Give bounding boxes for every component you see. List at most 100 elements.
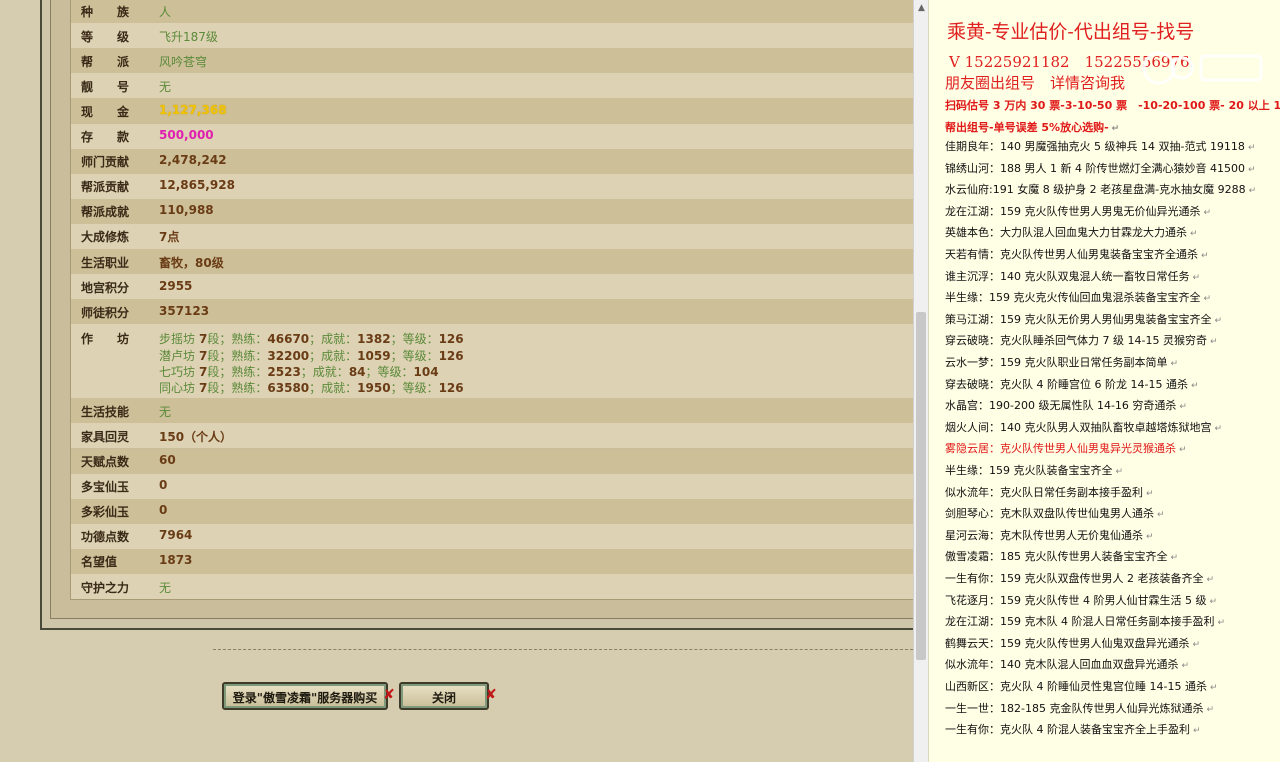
paragraph-mark-icon: ↵ <box>1190 380 1199 391</box>
scroll-thumb[interactable] <box>916 312 926 660</box>
listing-text: 一生一世：182-185 克金队传世男人仙异光炼狱通杀 <box>945 701 1204 715</box>
row-label: 大成修炼 <box>81 230 130 245</box>
row-label: 存 款 <box>81 130 130 145</box>
listing-line: 龙在江湖：159 克木队 4 阶混人日常任务副本接手盈利 ↵ <box>945 613 1225 629</box>
workshop-line: 七巧坊 7段；熟练：2523；成就：84；等级：104 <box>159 363 439 380</box>
paragraph-mark-icon: ↵ <box>1247 164 1256 175</box>
listing-line: 半生缘：159 克火克火传仙回血鬼混杀装备宝宝齐全 ↵ <box>945 289 1211 305</box>
table-row: 天赋点数 60 <box>71 448 913 474</box>
row-value: 人 <box>159 4 172 19</box>
row-label: 地宫积分 <box>81 280 130 295</box>
listing-text: 穿去破晓：克火队 4 阶睡宫位 6 阶龙 14-15 通杀 <box>945 377 1188 391</box>
row-label: 多宝仙玉 <box>81 480 130 495</box>
workshop-achievement: 84 <box>348 365 366 380</box>
listing-line: 云水一梦：159 克火队职业日常任务副本简单 ↵ <box>945 354 1178 370</box>
table-row: 现 金 1,127,368 <box>71 98 913 124</box>
doc-notice-pricing: 扫码估号 3 万内 30 票-3-10-50 票 -10-20-100 票- 2… <box>945 99 1280 112</box>
workshop-name: 同心坊 <box>159 381 196 396</box>
listing-text: 飞花逐月：159 克火队传世 4 阶男人仙甘霖生活 5 级 <box>945 593 1207 607</box>
listing-text: 傲雪凌霜：185 克火队传世男人装备宝宝齐全 <box>945 550 1168 564</box>
row-value: 畜牧，80级 <box>159 255 224 270</box>
game-window: 种 族人等 级飞升187级帮 派风吟苍穹靓 号无现 金 1,127,368 存 款5… <box>0 0 913 762</box>
listing-text: 似水流年：140 克木队混人回血血双盘异光通杀 <box>945 658 1179 672</box>
table-row: 大成修炼 7点 <box>71 223 913 249</box>
paragraph-mark-icon: ↵ <box>1201 251 1209 261</box>
listing-line: 穿去破晓：克火队 4 阶睡宫位 6 阶龙 14-15 通杀 ↵ <box>945 376 1199 392</box>
vertical-scrollbar[interactable]: ▲ <box>913 0 928 762</box>
workshop-skill: 32200 <box>267 348 310 363</box>
row-label: 名望值 <box>81 555 118 570</box>
workshop-skill: 46670 <box>267 332 310 347</box>
workshop-sep: 段；熟练： <box>207 381 268 396</box>
row-label: 生活技能 <box>81 404 130 419</box>
listing-text: 雾隐云居：克火队传世男人仙男鬼异光灵猴通杀 <box>945 442 1176 456</box>
listing-line: 似水流年：140 克木队混人回血血双盘异光通杀 ↵ <box>945 656 1189 672</box>
paragraph-mark-icon: ↵ <box>1179 445 1187 456</box>
row-label: 靓 号 <box>81 79 130 94</box>
row-label: 种 族 <box>81 4 130 19</box>
row-label: 师门贡献 <box>81 155 130 170</box>
workshop-sep: ；成就： <box>309 332 358 347</box>
row-value: 无 <box>159 580 172 595</box>
workshop-name: 步摇坊 <box>159 332 196 347</box>
paragraph-mark-icon: ↵ <box>1203 207 1212 218</box>
listing-text: 半生缘：159 克火队装备宝宝齐全 <box>945 464 1113 477</box>
workshop-sep: ；成就： <box>300 365 349 380</box>
listing-text: 一生有你：克火队 4 阶混人装备宝宝齐全上手盈利 <box>945 723 1190 737</box>
paragraph-mark-icon: ↵ <box>1146 488 1154 499</box>
workshop-sep: 段；熟练： <box>207 332 268 347</box>
row-value: 1873 <box>159 553 193 568</box>
listing-text: 云水一梦：159 克火队职业日常任务副本简单 <box>945 356 1168 369</box>
listing-line: 策马江湖：159 克火队无价男人男仙男鬼装备宝宝齐全 ↵ <box>945 311 1222 327</box>
listing-text: 策马江湖：159 克火队无价男人男仙男鬼装备宝宝齐全 <box>945 312 1212 326</box>
table-row: 功德点数 7964 <box>71 523 913 549</box>
row-value: 12,865,928 <box>159 178 235 193</box>
workshop-sep: ；等级： <box>365 365 414 380</box>
close-button[interactable]: 关闭 <box>399 682 489 710</box>
listing-line: 星河云海：克木队传世男人无价鬼仙通杀 ↵ <box>945 527 1154 543</box>
table-row: 生活技能 无 <box>71 398 913 424</box>
listing-line: 雾隐云居：克火队传世男人仙男鬼异光灵猴通杀 ↵ <box>945 440 1187 456</box>
scroll-up-arrow-icon[interactable]: ▲ <box>914 0 929 16</box>
row-label: 生活职业 <box>81 255 130 270</box>
listing-line: 谁主沉浮：140 克火队双鬼混人统一畜牧日常任务 ↵ <box>945 268 1200 284</box>
workshop-achievement: 1382 <box>357 332 391 347</box>
watermark-logo-icon <box>1142 51 1263 85</box>
listing-text: 似水流年：克火队日常任务副本接手盈利 <box>945 485 1143 499</box>
listing-text: 水晶宫：190-200 级无属性队 14-16 穷奇通杀 <box>945 399 1177 413</box>
table-row: 多宝仙玉 0 <box>71 473 913 499</box>
listing-line: 鹤舞云天：159 克火队传世男人仙鬼双盘异光通杀 ↵ <box>945 635 1200 651</box>
listing-line: 一生有你：克火队 4 阶混人装备宝宝齐全上手盈利 ↵ <box>945 721 1201 737</box>
listing-text: 水云仙府:191 女魔 8 级护身 2 老孩星盘满-克水抽女魔 9288 <box>945 183 1246 197</box>
doc-notice-combo: 帮出组号-单号误差 5%放心选购- ↵ <box>945 121 1120 134</box>
workshop-grade: 126 <box>438 348 464 363</box>
paragraph-mark-icon: ↵ <box>1248 186 1257 197</box>
paragraph-mark-icon: ↵ <box>1217 618 1226 629</box>
listing-text: 山西新区：克火队 4 阶睡仙灵性鬼宫位睡 14-15 通杀 <box>945 680 1207 693</box>
listing-text: 龙在江湖：159 克木队 4 阶混人日常任务副本接手盈利 <box>945 615 1215 629</box>
listing-text: 天若有情：克火队传世男人仙男鬼装备宝宝齐全通杀 <box>945 248 1198 261</box>
row-value: 500,000 <box>159 128 214 143</box>
row-label: 帮派成就 <box>81 205 130 220</box>
listing-line: 穿云破晓：克火队睡杀回气体力 7 级 14-15 灵猴穷奇 ↵ <box>945 332 1218 348</box>
row-value: 2,478,242 <box>159 153 227 168</box>
table-row-workshop: 作 坊 步摇坊 7段；熟练：46670；成就：1382；等级：126 潜卢坊 7段；熟练… <box>71 324 913 399</box>
row-value: 飞升187级 <box>159 29 218 44</box>
paragraph-mark-icon: ↵ <box>1192 639 1201 650</box>
paragraph-mark-icon: ↵ <box>1157 510 1165 521</box>
doc-title: 乘黄-专业估价-代出组号-找号 <box>947 21 1195 43</box>
close-x-icon: ✘ <box>485 687 497 703</box>
paragraph-mark-icon: ↵ <box>1214 423 1223 434</box>
workshop-line: 步摇坊 7段；熟练：46670；成就：1382；等级：126 <box>159 330 464 347</box>
login-buy-button[interactable]: 登录"傲雪凌霜"服务器购买 <box>222 682 388 710</box>
row-value: 0 <box>159 478 168 493</box>
listing-text: 锦绣山河：188 男人 1 新 4 阶传世燃灯全满心猿妙音 41500 <box>945 161 1245 175</box>
row-label: 等 级 <box>81 29 130 44</box>
paragraph-mark-icon: ↵ <box>1190 229 1198 240</box>
row-label: 帮 派 <box>81 54 130 69</box>
close-x-icon: ✘ <box>383 687 395 703</box>
paragraph-mark-icon: ↵ <box>1181 661 1190 672</box>
listing-text: 龙在江湖：159 克火队传世男人男鬼无价仙异光通杀 <box>945 204 1201 218</box>
row-value: 357123 <box>159 303 210 318</box>
listing-line: 水云仙府:191 女魔 8 级护身 2 老孩星盘满-克水抽女魔 9288 ↵ <box>945 181 1256 197</box>
